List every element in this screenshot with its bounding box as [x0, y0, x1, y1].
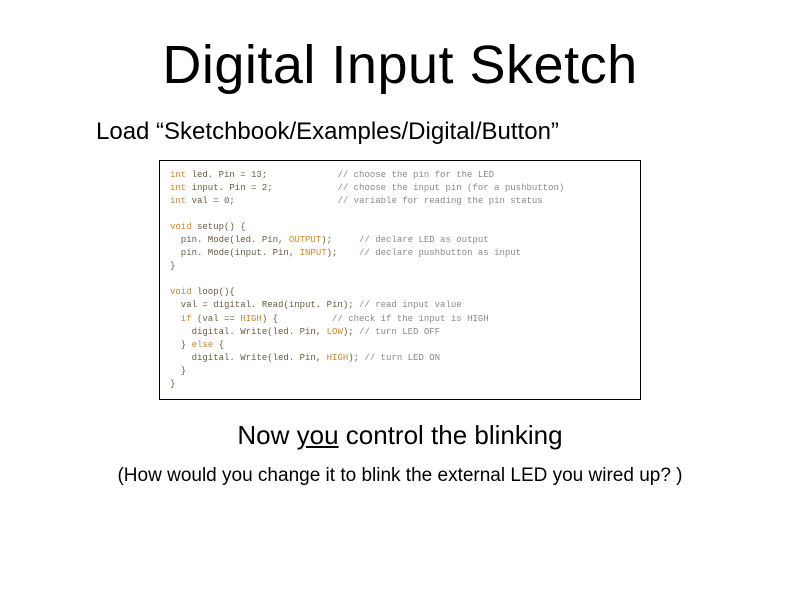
code-const: LOW: [327, 327, 343, 337]
footer1-pre: Now: [237, 420, 296, 450]
code-comment: // declare pushbutton as input: [359, 248, 521, 258]
code-kw: int: [170, 183, 186, 193]
code-const: HIGH: [327, 353, 349, 363]
code-const: HIGH: [240, 314, 262, 324]
code-comment: // choose the pin for the LED: [337, 170, 494, 180]
code-kw: int: [170, 170, 186, 180]
code-text: digital. Write(led. Pin,: [170, 353, 327, 363]
code-text: ) {: [262, 314, 332, 324]
code-kw: if: [170, 314, 192, 324]
code-const: OUTPUT: [289, 235, 321, 245]
slide-subtitle: Load “Sketchbook/Examples/Digital/Button…: [96, 118, 800, 146]
code-text: input. Pin = 2;: [186, 183, 337, 193]
code-kw: void: [170, 287, 192, 297]
code-text: digital. Write(led. Pin,: [170, 327, 327, 337]
code-comment: // declare LED as output: [359, 235, 489, 245]
code-text: val = digital. Read(input. Pin);: [170, 300, 359, 310]
slide: Digital Input Sketch Load “Sketchbook/Ex…: [0, 34, 800, 600]
code-text: );: [343, 327, 359, 337]
code-text: );: [348, 353, 364, 363]
footer1-post: control the blinking: [339, 420, 563, 450]
code-text: }: [170, 261, 175, 271]
code-text: setup() {: [192, 222, 246, 232]
code-text: }: [170, 340, 192, 350]
code-comment: // check if the input is HIGH: [332, 314, 489, 324]
code-comment: // read input value: [359, 300, 462, 310]
code-text: led. Pin = 13;: [186, 170, 337, 180]
footer1-you: you: [297, 420, 339, 450]
code-text: }: [170, 379, 175, 389]
code-text: {: [213, 340, 224, 350]
code-comment: // variable for reading the pin status: [337, 196, 542, 206]
code-kw: void: [170, 222, 192, 232]
code-kw: int: [170, 196, 186, 206]
code-comment: // choose the input pin (for a pushbutto…: [337, 183, 564, 193]
code-block: int led. Pin = 13; // choose the pin for…: [159, 160, 641, 400]
code-text: val = 0;: [186, 196, 337, 206]
footer-line-1: Now you control the blinking: [0, 420, 800, 451]
code-const: INPUT: [300, 248, 327, 258]
code-text: (val ==: [192, 314, 241, 324]
code-text: );: [321, 235, 359, 245]
slide-title: Digital Input Sketch: [0, 34, 800, 96]
footer-line-2: (How would you change it to blink the ex…: [0, 465, 800, 487]
code-comment: // turn LED ON: [364, 353, 440, 363]
code-text: }: [170, 366, 186, 376]
code-kw: else: [192, 340, 214, 350]
code-text: pin. Mode(input. Pin,: [170, 248, 300, 258]
code-text: loop(){: [192, 287, 235, 297]
code-text: pin. Mode(led. Pin,: [170, 235, 289, 245]
code-text: );: [327, 248, 359, 258]
code-comment: // turn LED OFF: [359, 327, 440, 337]
